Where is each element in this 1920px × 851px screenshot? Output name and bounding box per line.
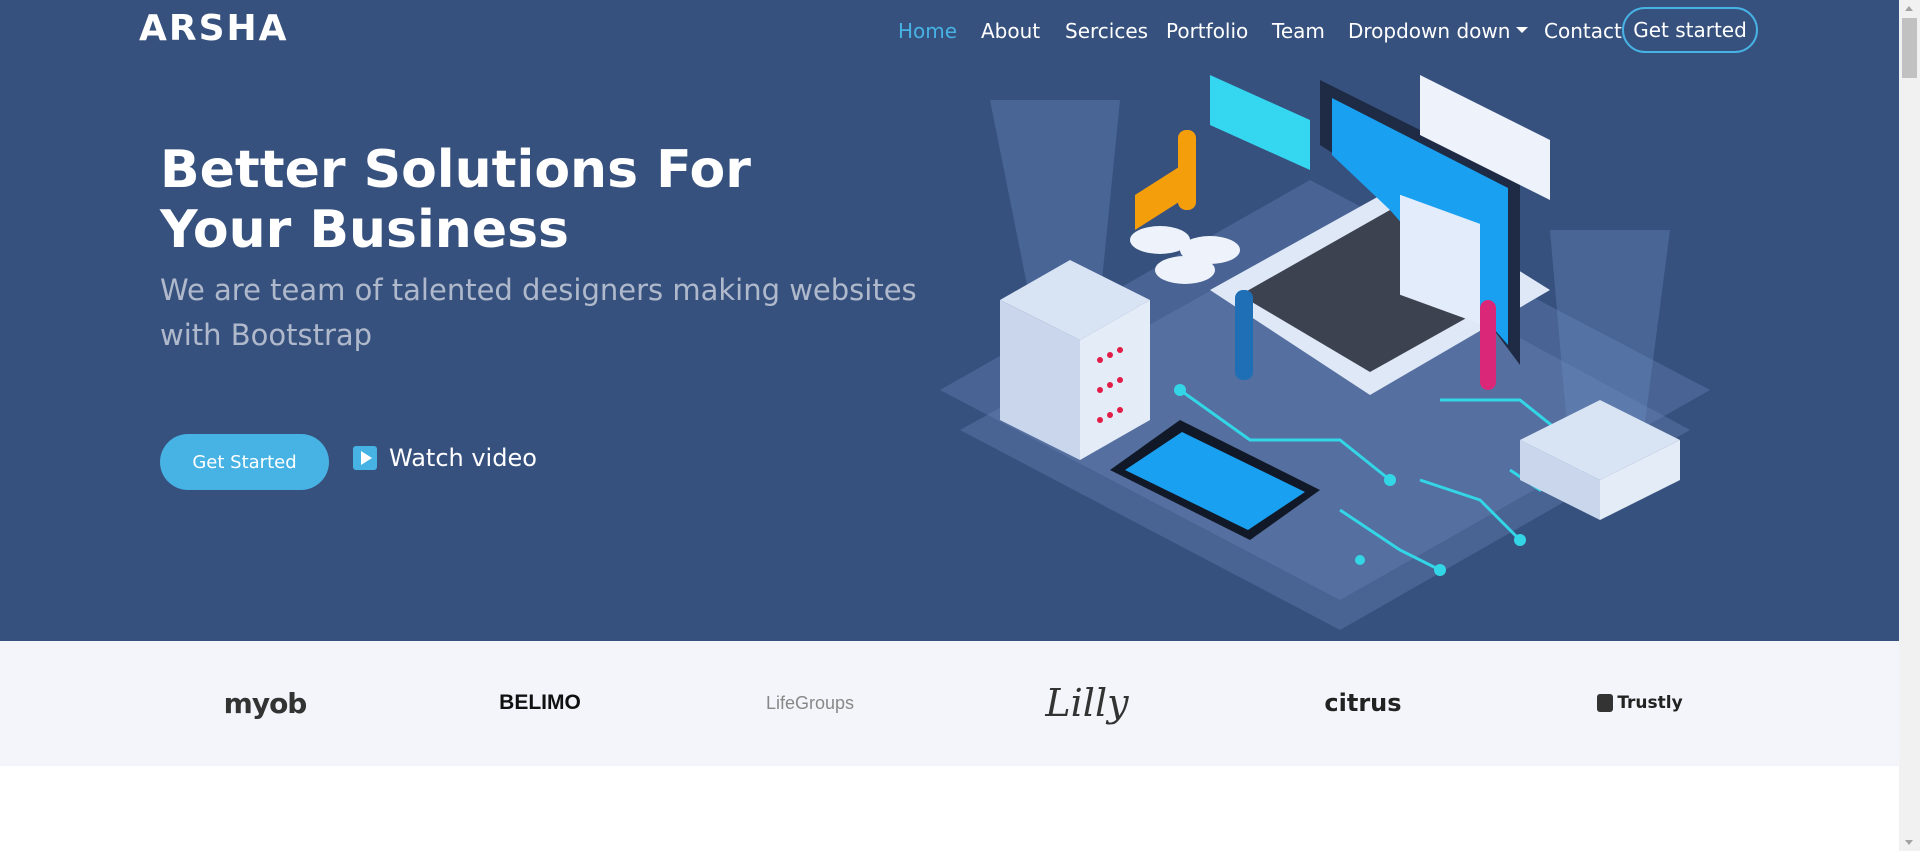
person-figure [1178,130,1196,210]
client-logo-text: Lilly [1045,681,1129,725]
get-started-button[interactable]: Get Started [160,434,329,490]
page-scrollbar[interactable] [1899,0,1920,851]
lock-icon [1597,694,1614,712]
hero-subtitle: We are team of talented designers making… [160,273,917,352]
client-logo-text: BELIMO [499,691,581,714]
hero-title: Better Solutions For Your Business [160,140,751,260]
floating-card [1210,75,1310,170]
client-logo-text: Trustly [1617,693,1683,713]
nav-portfolio[interactable]: Portfolio [1166,19,1248,43]
nav-services[interactable]: Sercices [1065,19,1148,43]
person-figure [1480,300,1496,390]
nav-team[interactable]: Team [1272,19,1325,43]
play-icon [353,446,377,470]
nav-about[interactable]: About [981,19,1040,43]
watch-video-link[interactable]: Watch video [353,442,537,474]
watch-video-label: Watch video [389,444,537,472]
get-started-nav-button[interactable]: Get started [1622,7,1758,53]
client-logo-trustly: Trustly [1590,677,1690,729]
client-logo-text: citrus [1324,689,1402,717]
client-logo-lifegroups: LifeGroups [765,677,855,729]
scroll-down-arrow-icon[interactable] [1899,834,1920,851]
caret-down-icon [1516,26,1529,33]
nav-dropdown-label: Dropdown down [1348,19,1511,43]
client-logo-belimo: BELIMO [495,677,585,729]
hero-section: ARSHA Home About Sercices Portfolio Team… [0,0,1899,641]
client-logo-text: myob [223,686,308,720]
person-figure [1235,290,1253,380]
clients-strip: myob BELIMO LifeGroups Lilly citrus Trus… [0,641,1899,766]
nav-dropdown[interactable]: Dropdown down [1348,19,1529,43]
client-logo-lilly: Lilly [1042,677,1132,729]
storage-cylinder [1155,256,1215,284]
nav-home[interactable]: Home [898,19,957,43]
client-logo-citrus: citrus [1318,677,1408,729]
nav-contact[interactable]: Contact [1544,19,1622,43]
hero-illustration [940,75,1710,630]
scroll-thumb[interactable] [1902,18,1917,78]
scroll-up-arrow-icon[interactable] [1899,0,1920,17]
client-logo-text: LifeGroups [765,692,855,713]
main-nav: Home About Sercices Portfolio Team Dropd… [0,0,1899,62]
client-logo-myob: myob [220,677,310,729]
